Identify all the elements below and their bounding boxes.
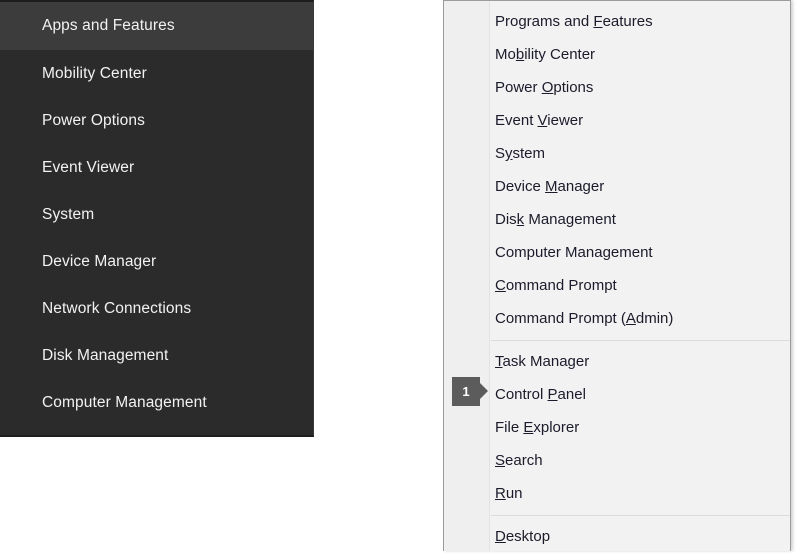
dark-menu-item-power-options[interactable]: Power Options xyxy=(0,97,313,144)
label-after: ask Manager xyxy=(503,353,590,370)
light-menu-item-system[interactable]: System xyxy=(491,137,790,170)
label-after: esktop xyxy=(506,528,550,545)
dark-menu-item-event-viewer[interactable]: Event Viewer xyxy=(0,144,313,191)
accelerator-key: S xyxy=(495,452,505,469)
label-after: eatures xyxy=(603,13,653,30)
label-after: ommand Prompt xyxy=(506,277,617,294)
dark-menu-item-label: Network Connections xyxy=(42,300,191,317)
accelerator-key: V xyxy=(538,112,548,129)
label-before: Computer Mana xyxy=(495,244,603,261)
label-before: Command Prompt ( xyxy=(495,310,626,327)
label-before: S xyxy=(495,145,505,162)
light-menu-item-power-options[interactable]: Power Options xyxy=(491,71,790,104)
dark-menu-item-label: Device Manager xyxy=(42,253,156,270)
accelerator-key: P xyxy=(548,386,558,403)
accelerator-key: T xyxy=(495,353,503,370)
label-before: Power xyxy=(495,79,542,96)
light-menu-group-shell-tools: Task Manager Control Panel File Explorer… xyxy=(491,340,790,515)
dark-power-user-menu: Apps and Features Mobility Center Power … xyxy=(0,0,314,437)
light-menu-gutter xyxy=(444,1,490,551)
label-after: xplorer xyxy=(533,419,579,436)
dark-menu-item-computer-management[interactable]: Computer Management xyxy=(0,379,313,426)
label-after: Management xyxy=(524,211,616,228)
label-before: Device xyxy=(495,178,545,195)
light-menu-item-control-panel[interactable]: Control Panel xyxy=(491,378,790,411)
label-before: Dis xyxy=(495,211,517,228)
dark-menu-item-mobility-center[interactable]: Mobility Center xyxy=(0,50,313,97)
dark-menu-item-label: Power Options xyxy=(42,112,145,129)
light-power-user-menu: Programs and Features Mobility Center Po… xyxy=(443,0,791,551)
light-menu-item-programs-and-features[interactable]: Programs and Features xyxy=(491,5,790,38)
light-menu-item-device-manager[interactable]: Device Manager xyxy=(491,170,790,203)
dark-menu-item-apps-and-features[interactable]: Apps and Features xyxy=(0,2,313,50)
dark-menu-item-label: Event Viewer xyxy=(42,159,134,176)
label-after: un xyxy=(506,485,523,502)
dark-menu-item-label: Apps and Features xyxy=(42,17,175,34)
label-after: dmin) xyxy=(636,310,674,327)
label-after: ement xyxy=(611,244,653,261)
accelerator-key: M xyxy=(545,178,558,195)
dark-menu-item-network-connections[interactable]: Network Connections xyxy=(0,285,313,332)
label-before: File xyxy=(495,419,523,436)
label-after: stem xyxy=(513,145,546,162)
callout-badge-1: 1 xyxy=(452,377,486,406)
light-menu-item-desktop[interactable]: Desktop xyxy=(491,520,790,553)
dark-menu-item-system[interactable]: System xyxy=(0,191,313,238)
label-after: ility Center xyxy=(524,46,595,63)
accelerator-key: D xyxy=(495,528,506,545)
light-menu-item-mobility-center[interactable]: Mobility Center xyxy=(491,38,790,71)
light-menu-item-command-prompt[interactable]: Command Prompt xyxy=(491,269,790,302)
accelerator-key: F xyxy=(593,13,602,30)
dark-menu-item-label: Computer Management xyxy=(42,394,207,411)
label-after: anel xyxy=(558,386,586,403)
light-menu-item-command-prompt-admin[interactable]: Command Prompt (Admin) xyxy=(491,302,790,335)
dark-menu-item-label: System xyxy=(42,206,94,223)
light-menu-item-event-viewer[interactable]: Event Viewer xyxy=(491,104,790,137)
accelerator-key: y xyxy=(505,145,513,162)
light-menu-group-desktop: Desktop xyxy=(491,515,790,558)
label-before: Event xyxy=(495,112,538,129)
dark-menu-item-device-manager[interactable]: Device Manager xyxy=(0,238,313,285)
dark-menu-item-label: Disk Management xyxy=(42,347,168,364)
accelerator-key: E xyxy=(523,419,533,436)
accelerator-key: A xyxy=(626,310,636,327)
label-before: Programs and xyxy=(495,13,593,30)
label-after: anager xyxy=(558,178,605,195)
dark-menu-item-label: Mobility Center xyxy=(42,65,147,82)
accelerator-key: R xyxy=(495,485,506,502)
label-before: Control xyxy=(495,386,548,403)
callout-badge-number: 1 xyxy=(452,377,480,406)
light-menu-item-search[interactable]: Search xyxy=(491,444,790,477)
label-before: Mo xyxy=(495,46,516,63)
label-after: ptions xyxy=(553,79,593,96)
light-menu-item-task-manager[interactable]: Task Manager xyxy=(491,345,790,378)
light-menu-group-system-tools: Programs and Features Mobility Center Po… xyxy=(491,1,790,340)
label-after: iewer xyxy=(547,112,583,129)
light-menu-list: Programs and Features Mobility Center Po… xyxy=(491,1,790,551)
accelerator-key: g xyxy=(603,244,611,261)
light-menu-item-run[interactable]: Run xyxy=(491,477,790,510)
accelerator-key: b xyxy=(516,46,524,63)
light-menu-item-disk-management[interactable]: Disk Management xyxy=(491,203,790,236)
accelerator-key: C xyxy=(495,277,506,294)
callout-pointer-arrow-icon xyxy=(480,383,488,399)
label-after: earch xyxy=(505,452,543,469)
light-menu-item-computer-management[interactable]: Computer Management xyxy=(491,236,790,269)
dark-menu-item-disk-management[interactable]: Disk Management xyxy=(0,332,313,379)
light-menu-item-file-explorer[interactable]: File Explorer xyxy=(491,411,790,444)
accelerator-key: O xyxy=(542,79,554,96)
